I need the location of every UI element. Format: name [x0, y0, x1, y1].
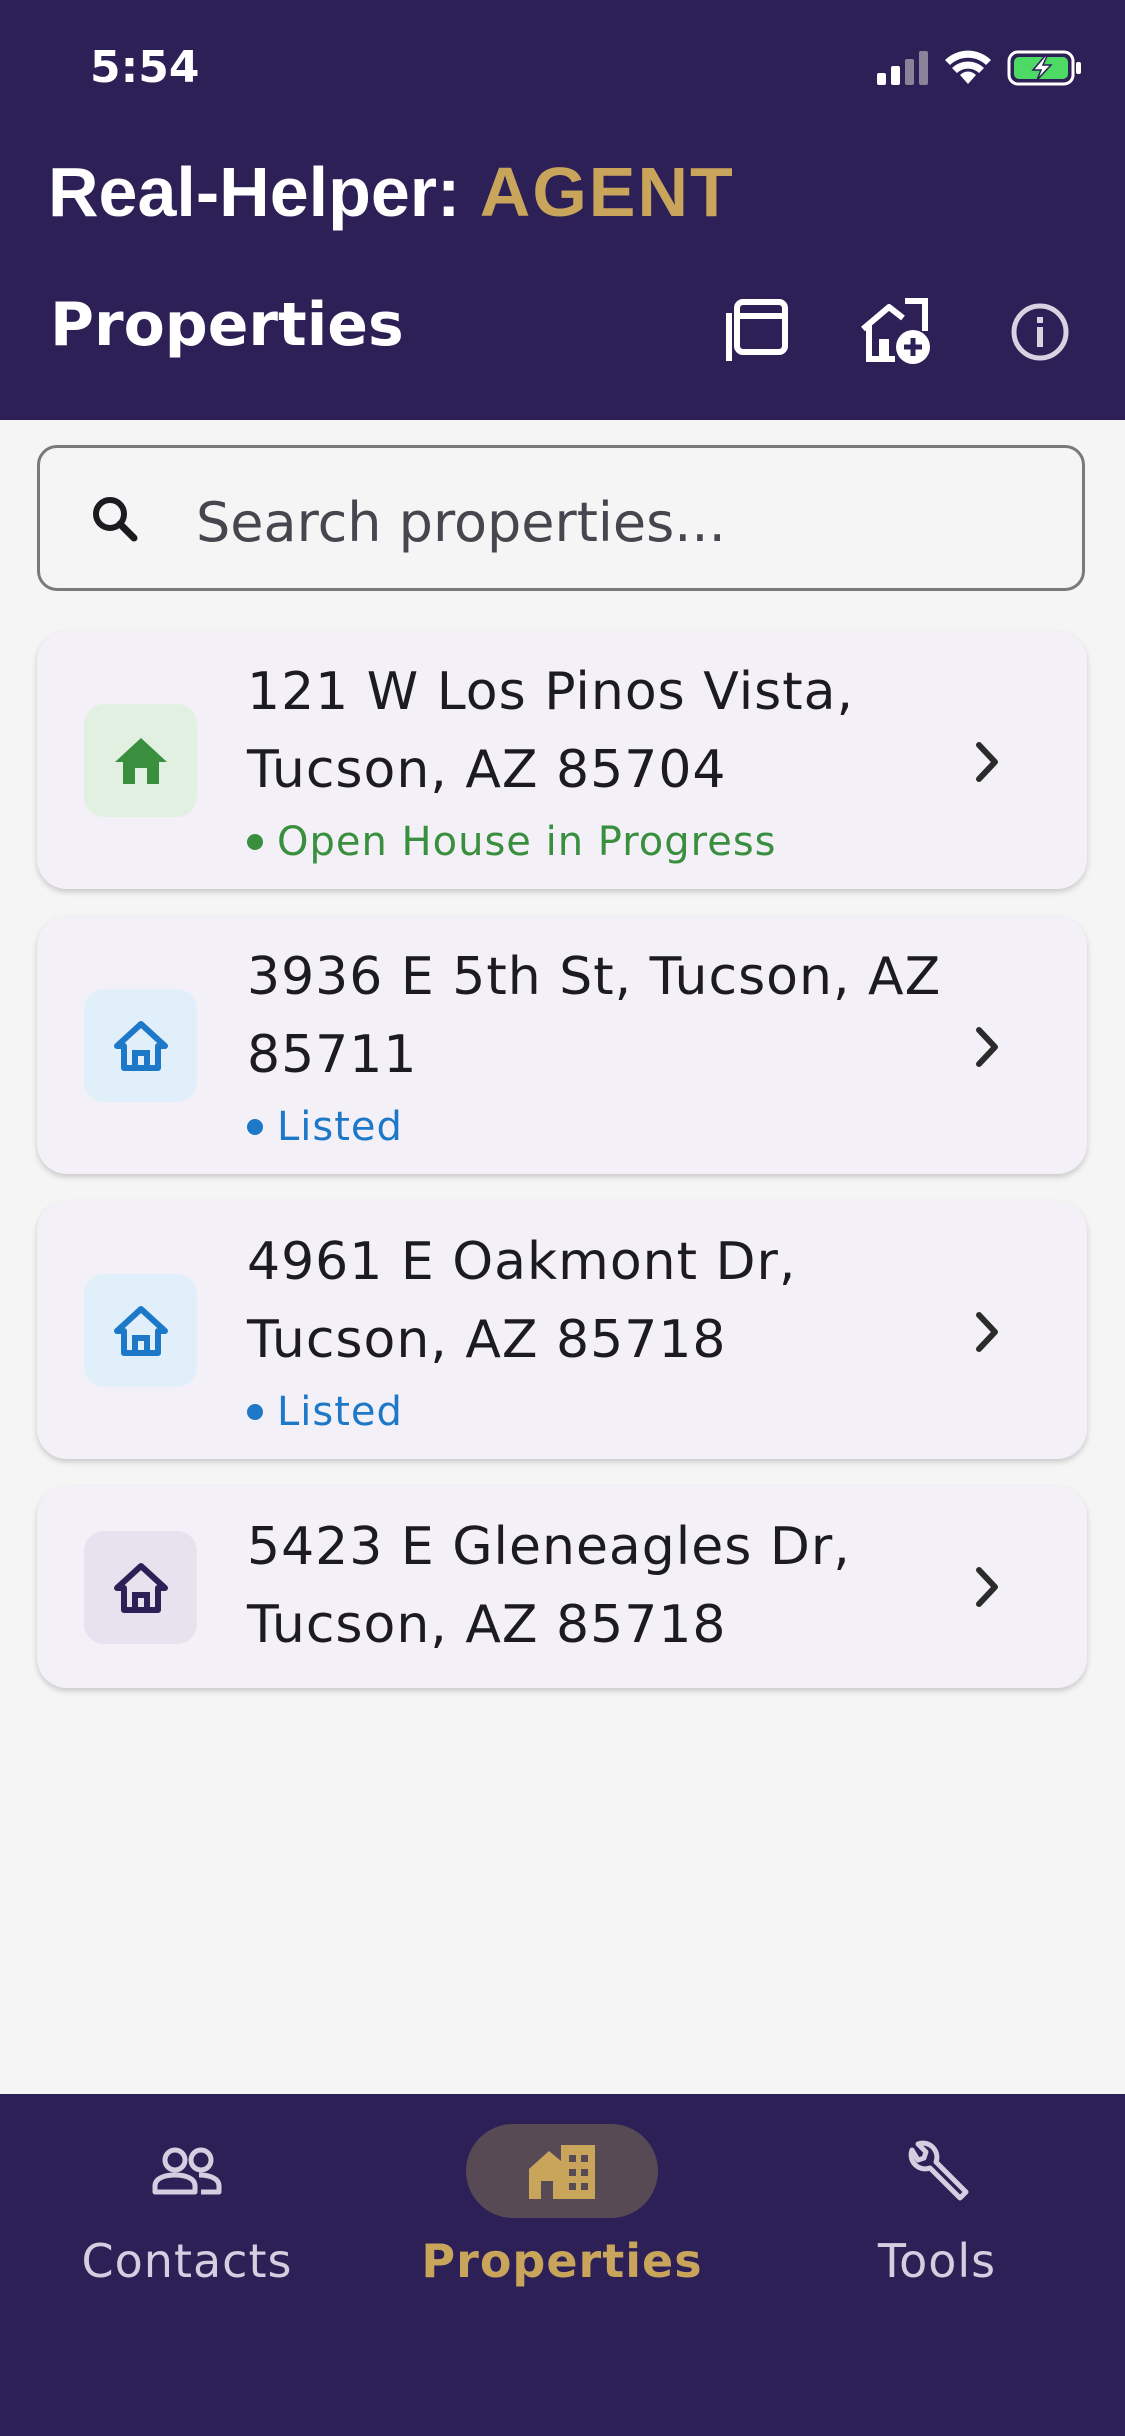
info-icon: [1011, 303, 1069, 361]
nav-item-tools[interactable]: Tools: [787, 2124, 1087, 2294]
nav-item-properties[interactable]: Properties: [412, 2124, 712, 2294]
app-name: Real-Helper:: [48, 153, 461, 231]
view-toggle-button[interactable]: [717, 292, 797, 372]
status-icons: [877, 48, 1083, 88]
nav-item-contacts[interactable]: Contacts: [37, 2124, 337, 2294]
chevron-right-icon: [976, 1312, 998, 1352]
property-status: Open House in Progress: [247, 819, 777, 865]
app-role: AGENT: [479, 153, 735, 231]
property-thumb: [84, 989, 197, 1102]
home-filled-icon: [114, 737, 167, 784]
nav-label: Tools: [877, 2234, 997, 2288]
wrench-icon: [908, 2140, 969, 2201]
nav-icon-container: [841, 2124, 1033, 2218]
app-header: 5:54 Real-Helper: AGENT Properties: [0, 0, 1125, 420]
property-address: 4961 E Oakmont Dr, Tucson, AZ 85718: [247, 1232, 797, 1370]
search-bar[interactable]: [37, 445, 1085, 591]
property-address: 5423 E Gleneagles Dr, Tucson, AZ 85718: [247, 1517, 851, 1655]
property-thumb: [84, 1531, 197, 1644]
status-dot: [247, 834, 263, 850]
status-dot: [247, 1119, 263, 1135]
property-address: 121 W Los Pinos Vista, Tucson, AZ 85704: [247, 662, 855, 800]
property-status: Listed: [247, 1389, 403, 1435]
add-property-button[interactable]: [856, 292, 936, 372]
nav-icon-container: [91, 2124, 283, 2218]
property-card[interactable]: 5423 E Gleneagles Dr, Tucson, AZ 85718: [37, 1486, 1087, 1688]
chevron-right-icon: [976, 742, 998, 782]
property-thumb: [84, 1274, 197, 1387]
property-address: 3936 E 5th St, Tucson, AZ 85711: [247, 947, 942, 1085]
home-outline-icon: [113, 1020, 168, 1071]
window-icon: [726, 299, 788, 361]
nav-label: Properties: [421, 2234, 703, 2288]
property-thumb: [84, 704, 197, 817]
status-label: Listed: [277, 1389, 403, 1435]
home-outline-icon: [113, 1562, 168, 1613]
status-label: Listed: [277, 1104, 403, 1150]
chevron-right-icon: [976, 1567, 998, 1607]
status-label: Open House in Progress: [277, 819, 777, 865]
home-outline-icon: [113, 1305, 168, 1356]
building-icon: [529, 2145, 595, 2199]
nav-icon-container-active: [466, 2124, 658, 2218]
property-status: Listed: [247, 1104, 403, 1150]
signal-icon: [877, 51, 928, 85]
property-card[interactable]: 3936 E 5th St, Tucson, AZ 85711 Listed: [37, 916, 1087, 1174]
wifi-icon: [945, 50, 991, 84]
chevron-right-icon: [976, 1027, 998, 1067]
search-input[interactable]: [194, 478, 1058, 566]
property-card[interactable]: 121 W Los Pinos Vista, Tucson, AZ 85704 …: [37, 631, 1087, 889]
battery-icon: [1007, 50, 1081, 86]
status-dot: [247, 1404, 263, 1420]
property-card[interactable]: 4961 E Oakmont Dr, Tucson, AZ 85718 List…: [37, 1201, 1087, 1459]
nav-label: Contacts: [81, 2234, 293, 2288]
info-button[interactable]: [1000, 292, 1080, 372]
search-icon: [93, 497, 138, 542]
people-icon: [152, 2147, 222, 2195]
bottom-navigation: Contacts Properties Tools: [0, 2094, 1125, 2436]
page-title: Properties: [50, 290, 404, 360]
app-title: Real-Helper: AGENT: [48, 152, 735, 232]
status-time: 5:54: [90, 42, 200, 93]
add-home-icon: [861, 298, 930, 364]
